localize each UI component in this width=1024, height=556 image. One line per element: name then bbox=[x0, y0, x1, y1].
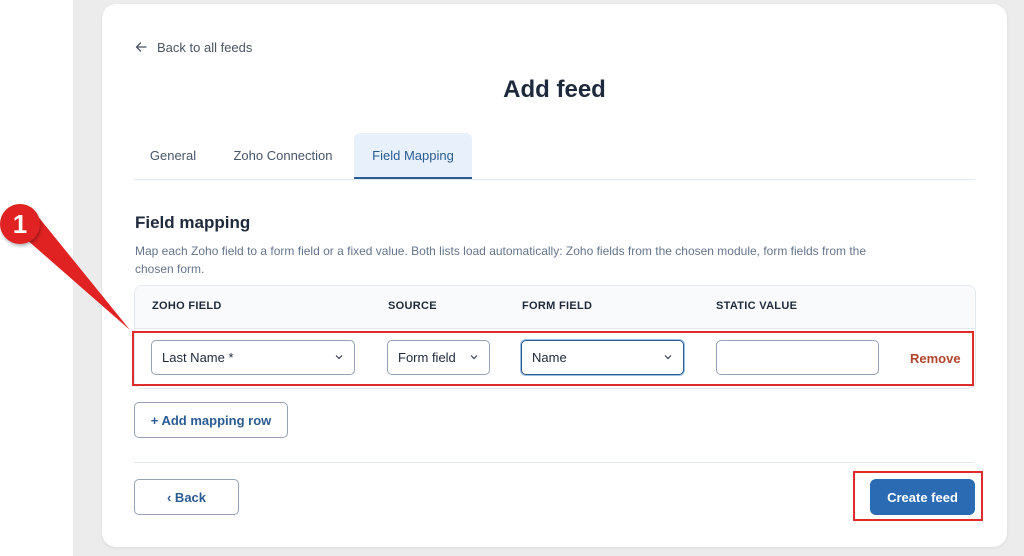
chevron-down-icon bbox=[470, 355, 478, 360]
remove-row-link[interactable]: Remove bbox=[910, 351, 961, 366]
zoho-field-value: Last Name * bbox=[162, 350, 234, 365]
form-field-value: Name bbox=[532, 350, 567, 365]
annotation-badge: 1 bbox=[0, 204, 40, 244]
header-zoho-field: ZOHO FIELD bbox=[152, 300, 222, 312]
add-mapping-row-button[interactable]: + Add mapping row bbox=[134, 402, 288, 438]
left-margin bbox=[0, 0, 73, 556]
tab-zoho-connection[interactable]: Zoho Connection bbox=[220, 133, 346, 178]
section-description: Map each Zoho field to a form field or a… bbox=[135, 244, 867, 276]
tab-field-mapping[interactable]: Field Mapping bbox=[354, 133, 472, 179]
section-title: Field mapping bbox=[135, 213, 251, 232]
header-form-field: FORM FIELD bbox=[522, 300, 593, 312]
back-link-label: Back to all feeds bbox=[157, 39, 253, 55]
tab-bar: General Zoho Connection Field Mapping bbox=[134, 133, 975, 180]
form-field-select[interactable]: Name bbox=[521, 340, 684, 375]
zoho-field-select[interactable]: Last Name * bbox=[151, 340, 355, 375]
back-button[interactable]: ‹ Back bbox=[134, 479, 239, 515]
table-header: ZOHO FIELD SOURCE FORM FIELD STATIC VALU… bbox=[135, 286, 975, 329]
chevron-down-icon bbox=[664, 355, 672, 360]
tab-general[interactable]: General bbox=[134, 133, 212, 178]
source-select[interactable]: Form field bbox=[387, 340, 490, 375]
page-title: Add feed bbox=[503, 76, 606, 103]
chevron-down-icon bbox=[335, 355, 343, 360]
back-to-feeds-link[interactable]: Back to all feeds bbox=[135, 38, 252, 56]
create-feed-button[interactable]: Create feed bbox=[870, 479, 975, 515]
static-value-input[interactable] bbox=[716, 340, 879, 375]
footer-divider bbox=[134, 462, 975, 463]
header-source: SOURCE bbox=[388, 300, 437, 312]
source-value: Form field bbox=[398, 350, 456, 365]
header-static-value: STATIC VALUE bbox=[716, 300, 798, 312]
arrow-left-icon bbox=[135, 42, 147, 52]
